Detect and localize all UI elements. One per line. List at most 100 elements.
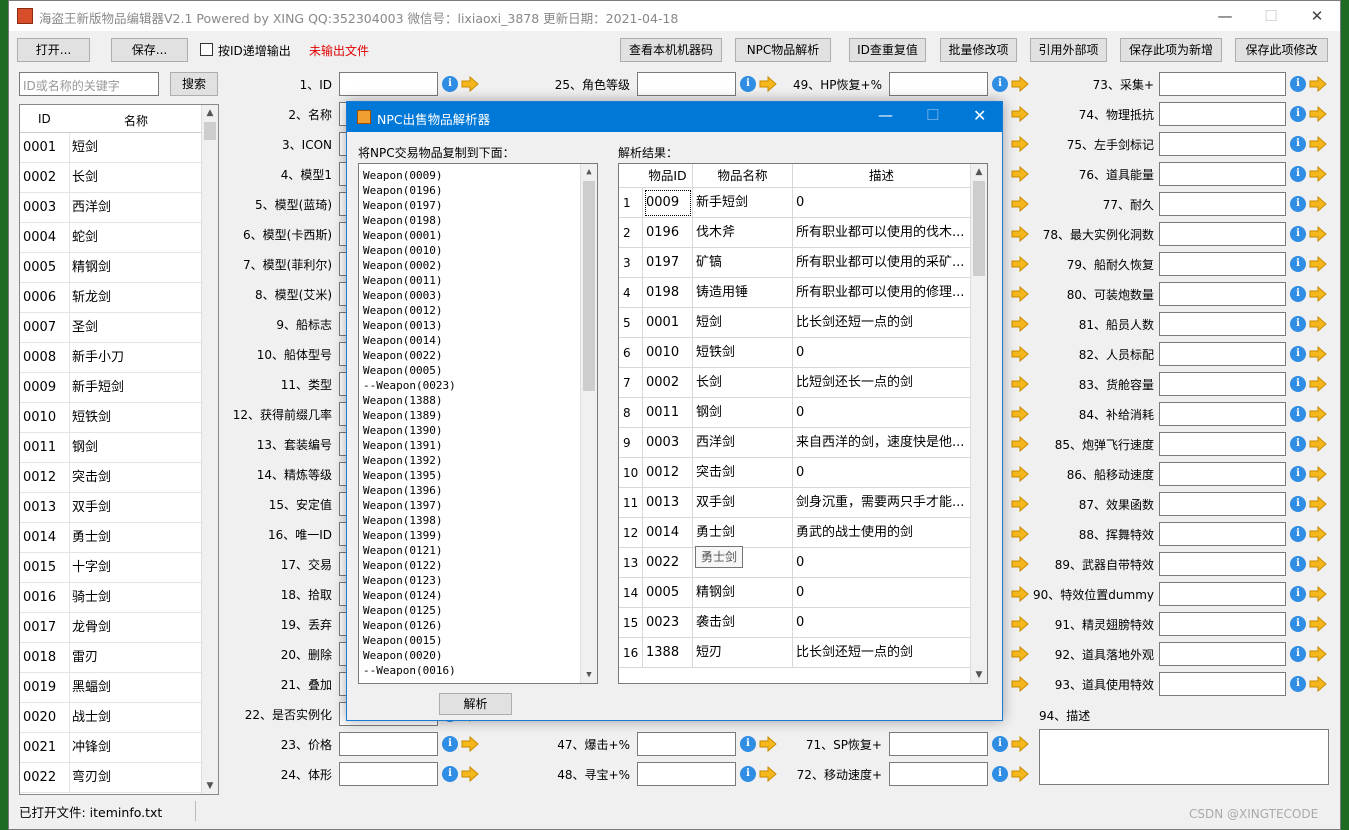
- field-input[interactable]: [637, 72, 736, 96]
- list-item[interactable]: 0016 骑士剑: [20, 583, 202, 613]
- open-button[interactable]: 打开...: [17, 38, 90, 62]
- npc-parse-button[interactable]: NPC物品解析: [735, 38, 831, 62]
- field-input[interactable]: [1159, 132, 1286, 156]
- arrow-right-icon[interactable]: [1011, 225, 1029, 243]
- info-icon[interactable]: i: [1290, 196, 1306, 212]
- info-icon[interactable]: i: [1290, 106, 1306, 122]
- arrow-right-icon[interactable]: [1011, 735, 1029, 753]
- list-item[interactable]: 0004 蛇剑: [20, 223, 202, 253]
- grid-item-desc[interactable]: 比长剑还短一点的剑: [793, 308, 971, 338]
- grid-item-name[interactable]: 突击剑: [693, 458, 793, 488]
- view-machine-code-button[interactable]: 查看本机机器码: [620, 38, 722, 62]
- npc-items-textarea[interactable]: Weapon(0009) Weapon(0196) Weapon(0197) Weap…: [358, 163, 598, 684]
- grid-item-id[interactable]: 0001: [643, 308, 693, 338]
- arrow-right-icon[interactable]: [1309, 195, 1327, 213]
- arrow-right-icon[interactable]: [1011, 645, 1029, 663]
- grid-item-name[interactable]: 铸造用锤: [693, 278, 793, 308]
- dialog-close-button[interactable]: ✕: [973, 106, 986, 125]
- info-icon[interactable]: i: [1290, 226, 1306, 242]
- list-item[interactable]: 0003 西洋剑: [20, 193, 202, 223]
- grid-header-cell[interactable]: 描述: [793, 164, 971, 188]
- arrow-right-icon[interactable]: [1309, 105, 1327, 123]
- arrow-right-icon[interactable]: [1309, 165, 1327, 183]
- field-input[interactable]: [1159, 72, 1286, 96]
- list-item[interactable]: 0005 精钢剑: [20, 253, 202, 283]
- arrow-right-icon[interactable]: [1011, 765, 1029, 783]
- grid-item-id[interactable]: 0002: [643, 368, 693, 398]
- grid-item-desc[interactable]: 0: [793, 548, 971, 578]
- arrow-right-icon[interactable]: [1309, 645, 1327, 663]
- arrow-right-icon[interactable]: [1011, 495, 1029, 513]
- textarea-scroll-down-icon[interactable]: ▼: [581, 667, 597, 683]
- arrow-right-icon[interactable]: [1309, 465, 1327, 483]
- id-duplicate-button[interactable]: ID查重复值: [849, 38, 926, 62]
- list-item[interactable]: 0001 短剑: [20, 133, 202, 163]
- arrow-right-icon[interactable]: [1011, 525, 1029, 543]
- arrow-right-icon[interactable]: [1309, 675, 1327, 693]
- arrow-right-icon[interactable]: [1011, 195, 1029, 213]
- arrow-right-icon[interactable]: [1011, 165, 1029, 183]
- list-item[interactable]: 0019 黑蝠剑: [20, 673, 202, 703]
- grid-item-id[interactable]: 0012: [643, 458, 693, 488]
- arrow-right-icon[interactable]: [1011, 315, 1029, 333]
- field-input[interactable]: [889, 762, 988, 786]
- search-button[interactable]: 搜索: [170, 72, 218, 96]
- field-input[interactable]: [339, 72, 438, 96]
- field-input[interactable]: [1159, 102, 1286, 126]
- info-icon[interactable]: i: [442, 736, 458, 752]
- grid-item-desc[interactable]: 0: [793, 608, 971, 638]
- grid-scroll-up-icon[interactable]: ▲: [971, 164, 987, 180]
- info-icon[interactable]: i: [442, 766, 458, 782]
- scroll-down-icon[interactable]: ▼: [202, 778, 218, 794]
- save-button[interactable]: 保存...: [111, 38, 188, 62]
- info-icon[interactable]: i: [740, 736, 756, 752]
- save-modify-button[interactable]: 保存此项修改: [1235, 38, 1328, 62]
- grid-item-name[interactable]: 伐木斧: [693, 218, 793, 248]
- arrow-right-icon[interactable]: [1011, 255, 1029, 273]
- field-input[interactable]: [889, 72, 988, 96]
- field-input[interactable]: [1159, 552, 1286, 576]
- info-icon[interactable]: i: [1290, 556, 1306, 572]
- grid-item-name[interactable]: 精钢剑: [693, 578, 793, 608]
- grid-item-desc[interactable]: 0: [793, 458, 971, 488]
- item-list-scrollbar[interactable]: ▲ ▼: [201, 105, 218, 794]
- grid-item-name[interactable]: 钢剑: [693, 398, 793, 428]
- arrow-right-icon[interactable]: [1011, 465, 1029, 483]
- batch-modify-button[interactable]: 批量修改项: [940, 38, 1017, 62]
- list-item[interactable]: 0007 圣剑: [20, 313, 202, 343]
- info-icon[interactable]: i: [740, 76, 756, 92]
- list-item[interactable]: 0014 勇士剑: [20, 523, 202, 553]
- info-icon[interactable]: i: [1290, 676, 1306, 692]
- grid-item-id[interactable]: 0013: [643, 488, 693, 518]
- grid-item-name[interactable]: 新手短剑: [693, 188, 793, 218]
- arrow-right-icon[interactable]: [1011, 555, 1029, 573]
- list-item[interactable]: 0017 龙骨剑: [20, 613, 202, 643]
- grid-item-name[interactable]: 勇士剑: [693, 518, 793, 548]
- grid-item-desc[interactable]: 比短剑还长一点的剑: [793, 368, 971, 398]
- field-input[interactable]: [1159, 252, 1286, 276]
- info-icon[interactable]: i: [1290, 616, 1306, 632]
- info-icon[interactable]: i: [1290, 466, 1306, 482]
- scroll-thumb[interactable]: [204, 122, 216, 140]
- grid-item-name[interactable]: 短铁剑: [693, 338, 793, 368]
- info-icon[interactable]: i: [992, 76, 1008, 92]
- arrow-right-icon[interactable]: [1309, 315, 1327, 333]
- arrow-right-icon[interactable]: [1011, 675, 1029, 693]
- field-input[interactable]: [1159, 582, 1286, 606]
- list-item[interactable]: 0011 钢剑: [20, 433, 202, 463]
- grid-scroll-down-icon[interactable]: ▼: [971, 667, 987, 683]
- arrow-right-icon[interactable]: [1011, 75, 1029, 93]
- arrow-right-icon[interactable]: [1309, 495, 1327, 513]
- grid-item-desc[interactable]: 0: [793, 398, 971, 428]
- arrow-right-icon[interactable]: [1309, 255, 1327, 273]
- field-input[interactable]: [637, 732, 736, 756]
- info-icon[interactable]: i: [1290, 586, 1306, 602]
- grid-item-desc[interactable]: 来自西洋的剑，速度快是他...: [793, 428, 971, 458]
- grid-item-desc[interactable]: 比长剑还短一点的剑: [793, 638, 971, 668]
- dialog-minimize-button[interactable]: —: [878, 106, 893, 124]
- id-increment-checkbox[interactable]: [200, 43, 213, 56]
- grid-item-id[interactable]: 1388: [643, 638, 693, 668]
- field-input[interactable]: [339, 732, 438, 756]
- field-input[interactable]: [1159, 462, 1286, 486]
- reference-external-button[interactable]: 引用外部项: [1030, 38, 1107, 62]
